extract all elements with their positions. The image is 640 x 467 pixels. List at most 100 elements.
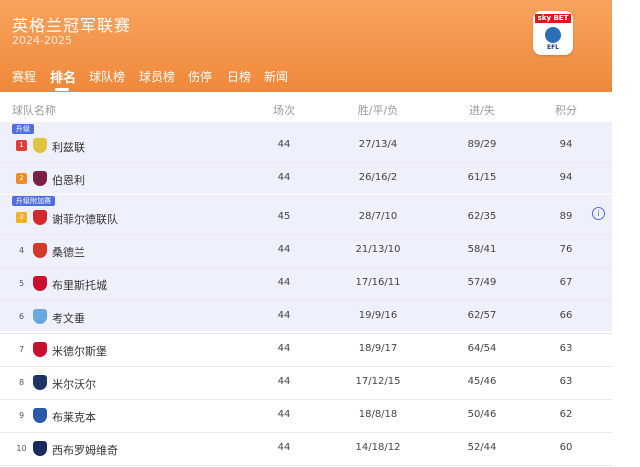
rank-number: 6 — [18, 312, 25, 321]
win-draw-loss: 27/13/4 — [358, 139, 398, 150]
column-header-points: 积分 — [555, 104, 577, 117]
rank-number: 8 — [18, 378, 25, 387]
team-name[interactable]: 米尔沃尔 — [52, 376, 96, 392]
goals-for-against: 89/29 — [467, 139, 497, 150]
rank-number: 10 — [16, 444, 27, 453]
team-name[interactable]: 考文垂 — [52, 310, 85, 326]
played-count: 45 — [277, 211, 291, 222]
table-row[interactable]: 2 伯恩利 44 26/16/2 61/15 94 — [0, 162, 612, 195]
team-name[interactable]: 布里斯托城 — [52, 277, 107, 293]
goals-for-against: 52/44 — [467, 442, 497, 453]
win-draw-loss: 21/13/10 — [355, 244, 401, 255]
row-divider — [0, 195, 612, 196]
points: 76 — [559, 244, 573, 255]
points: 63 — [559, 343, 573, 354]
goals-for-against: 50/46 — [467, 409, 497, 420]
played-count: 44 — [277, 343, 291, 354]
tab-injuries[interactable]: 伤停 — [188, 68, 212, 85]
win-draw-loss: 17/12/15 — [355, 376, 401, 387]
column-header-goals: 进/失 — [469, 104, 495, 117]
rank-number: 3 — [16, 212, 27, 223]
table-row[interactable]: 6 考文垂 44 19/9/16 62/57 66 — [0, 300, 612, 333]
team-crest-icon — [33, 375, 47, 390]
points: 94 — [559, 139, 573, 150]
win-draw-loss: 18/9/17 — [358, 343, 398, 354]
table-row[interactable]: 4 桑德兰 44 21/13/10 58/41 76 — [0, 234, 612, 267]
rank-number: 7 — [18, 345, 25, 354]
sponsor-logo-text: sky BET — [535, 14, 571, 23]
team-crest-icon — [33, 309, 47, 324]
played-count: 44 — [277, 310, 291, 321]
rank-number: 2 — [16, 173, 27, 184]
table-row[interactable]: 5 布里斯托城 44 17/16/11 57/49 67 — [0, 267, 612, 300]
tab-team-rankings[interactable]: 球队榜 — [89, 68, 125, 85]
column-header-wdl: 胜/平/负 — [357, 104, 399, 117]
win-draw-loss: 14/18/12 — [355, 442, 401, 453]
rank-number: 9 — [18, 411, 25, 420]
played-count: 44 — [277, 376, 291, 387]
team-crest-icon — [33, 210, 47, 225]
team-name[interactable]: 西布罗姆维奇 — [52, 442, 118, 458]
played-count: 44 — [277, 442, 291, 453]
league-title: 英格兰冠军联赛 — [12, 16, 132, 35]
points: 89 — [559, 211, 573, 222]
table-row[interactable]: 9 布莱克本 44 18/8/18 50/46 62 — [0, 399, 612, 432]
table-row[interactable]: 3 谢菲尔德联队 45 28/7/10 62/35 89 — [0, 201, 612, 234]
goals-for-against: 58/41 — [467, 244, 497, 255]
played-count: 44 — [277, 409, 291, 420]
team-crest-icon — [33, 138, 47, 153]
team-crest-icon — [33, 408, 47, 423]
win-draw-loss: 19/9/16 — [358, 310, 398, 321]
tab-news[interactable]: 新闻 — [264, 68, 288, 85]
team-crest-icon — [33, 342, 47, 357]
team-name[interactable]: 布莱克本 — [52, 409, 96, 425]
played-count: 44 — [277, 139, 291, 150]
win-draw-loss: 18/8/18 — [358, 409, 398, 420]
team-name[interactable]: 伯恩利 — [52, 172, 85, 188]
efl-emblem-icon — [545, 27, 561, 43]
table-row[interactable]: 1 利兹联 44 27/13/4 89/29 94 — [0, 129, 612, 162]
win-draw-loss: 26/16/2 — [358, 172, 398, 183]
points: 94 — [559, 172, 573, 183]
page-gutter — [612, 0, 640, 467]
column-header-played: 场次 — [273, 104, 295, 117]
rank-number: 4 — [18, 246, 25, 255]
goals-for-against: 61/15 — [467, 172, 497, 183]
team-crest-icon — [33, 441, 47, 456]
rank-number: 1 — [16, 140, 27, 151]
team-name[interactable]: 利兹联 — [52, 139, 85, 155]
points: 60 — [559, 442, 573, 453]
info-icon[interactable]: i — [592, 207, 605, 220]
points: 62 — [559, 409, 573, 420]
goals-for-against: 62/35 — [467, 211, 497, 222]
points: 63 — [559, 376, 573, 387]
win-draw-loss: 17/16/11 — [355, 277, 401, 288]
tab-standings[interactable]: 排名 — [50, 67, 76, 86]
goals-for-against: 45/46 — [467, 376, 497, 387]
tab-schedule[interactable]: 赛程 — [12, 68, 36, 85]
points: 67 — [559, 277, 573, 288]
column-header-team: 球队名称 — [12, 104, 56, 117]
played-count: 44 — [277, 172, 291, 183]
team-name[interactable]: 米德尔斯堡 — [52, 343, 107, 359]
team-name[interactable]: 谢菲尔德联队 — [52, 211, 118, 227]
league-header: 英格兰冠军联赛 2024-2025 sky BET EFL 赛程 排名 球队榜 … — [0, 0, 612, 92]
goals-for-against: 64/54 — [467, 343, 497, 354]
team-crest-icon — [33, 276, 47, 291]
efl-logo-text: EFL — [546, 44, 560, 51]
season-label: 2024-2025 — [12, 34, 72, 47]
table-row[interactable]: 10 西布罗姆维奇 44 14/18/12 52/44 60 — [0, 432, 612, 465]
win-draw-loss: 28/7/10 — [358, 211, 398, 222]
tab-player-rankings[interactable]: 球员榜 — [139, 68, 175, 85]
league-logo: sky BET EFL — [533, 11, 573, 55]
table-row[interactable]: 8 米尔沃尔 44 17/12/15 45/46 63 — [0, 366, 612, 399]
tab-daily[interactable]: 日榜 — [227, 68, 251, 85]
table-row[interactable]: 7 米德尔斯堡 44 18/9/17 64/54 63 — [0, 333, 612, 366]
team-crest-icon — [33, 243, 47, 258]
played-count: 44 — [277, 244, 291, 255]
active-tab-indicator — [55, 88, 69, 91]
team-crest-icon — [33, 171, 47, 186]
goals-for-against: 62/57 — [467, 310, 497, 321]
played-count: 44 — [277, 277, 291, 288]
team-name[interactable]: 桑德兰 — [52, 244, 85, 260]
